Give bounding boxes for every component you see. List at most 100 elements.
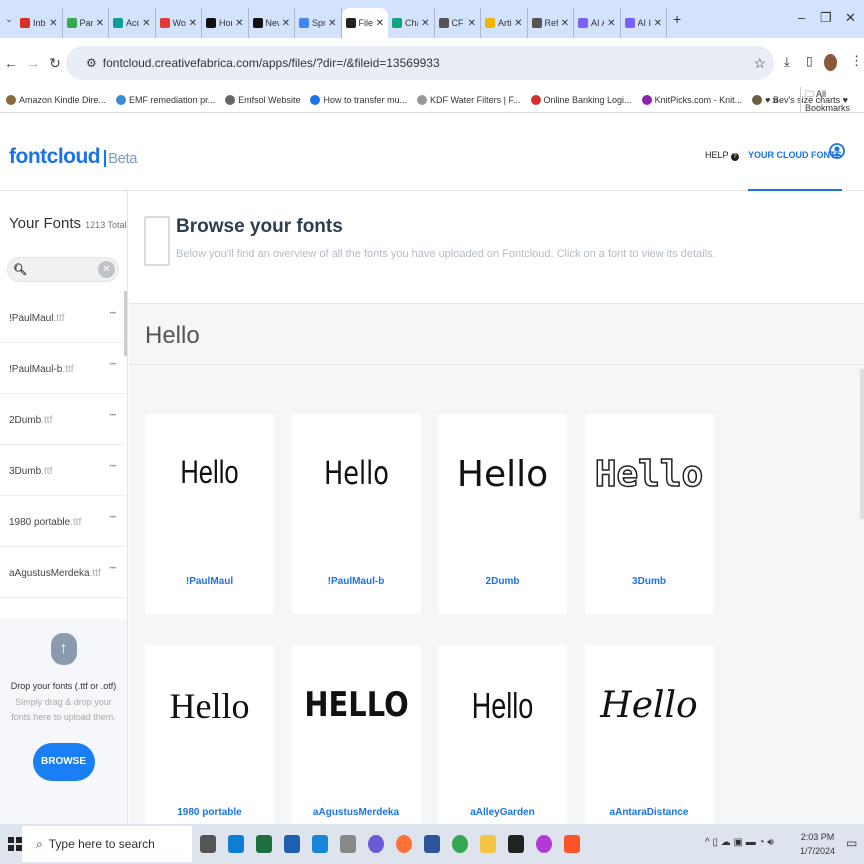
font-card[interactable]: Hello 1980 portable xyxy=(145,645,274,845)
font-list-item[interactable]: 3Dumb.ttf ••• xyxy=(0,445,126,496)
chrome-icon[interactable] xyxy=(452,835,468,853)
task-view-icon[interactable] xyxy=(200,835,216,853)
font-search-input[interactable]: 🔍︎ ✕ xyxy=(7,257,119,282)
brave-icon[interactable] xyxy=(564,835,580,853)
file-explorer-icon[interactable] xyxy=(480,835,496,853)
back-button[interactable]: ← xyxy=(0,55,22,71)
main-scrollbar[interactable] xyxy=(860,369,864,519)
preview-text-input[interactable]: Hello xyxy=(129,305,864,365)
font-list-item[interactable]: 1980 portable.ttf ••• xyxy=(0,496,126,547)
store-icon[interactable] xyxy=(284,835,300,853)
mail-icon[interactable] xyxy=(312,835,328,853)
new-tab-button[interactable]: + xyxy=(673,11,681,27)
download-icon[interactable]: ⤓ xyxy=(784,54,790,70)
font-list-item[interactable]: 2Dumb.ttf ••• xyxy=(0,394,126,445)
tab-close-icon[interactable]: ✕ xyxy=(96,18,104,29)
notifications-icon[interactable]: ▭ xyxy=(846,836,857,850)
more-options-icon[interactable]: ••• xyxy=(110,566,116,572)
windows-start-icon[interactable] xyxy=(8,837,22,851)
close-window-button[interactable]: ✕ xyxy=(845,10,856,26)
bookmark-item[interactable]: Online Banking Logi... xyxy=(530,95,632,105)
wondershare-icon[interactable] xyxy=(536,835,552,853)
font-card[interactable]: Hello aAntaraDistance xyxy=(584,645,714,845)
tab-close-icon[interactable]: ✕ xyxy=(607,18,615,29)
tab-close-icon[interactable]: ✕ xyxy=(654,18,662,29)
side-panel-icon[interactable]: ▯ xyxy=(806,54,813,68)
tab-close-icon[interactable]: ✕ xyxy=(376,18,384,29)
bookmarks-overflow-button[interactable]: » xyxy=(772,93,779,107)
tab-close-icon[interactable]: ✕ xyxy=(142,18,150,29)
browser-tab[interactable]: File ✕ xyxy=(341,8,388,38)
browser-tab[interactable]: Cha✕ xyxy=(388,8,435,38)
tab-close-icon[interactable]: ✕ xyxy=(468,18,476,29)
more-options-icon[interactable]: ••• xyxy=(110,311,116,317)
more-options-icon[interactable]: ••• xyxy=(110,413,116,419)
font-card[interactable]: HELLO aAgustusMerdeka xyxy=(291,645,421,845)
copilot-icon[interactable] xyxy=(368,835,384,853)
dropbox-icon[interactable] xyxy=(508,835,524,853)
font-card[interactable]: Hello 3Dumb xyxy=(584,414,714,614)
all-bookmarks-button[interactable]: 🗀 All Bookmarks xyxy=(800,87,864,113)
bookmark-item[interactable]: KnitPicks.com - Knit... xyxy=(641,95,742,105)
taskbar-search-input[interactable]: ⌕ Type here to search xyxy=(22,826,192,862)
font-card[interactable]: Hello !PaulMaul xyxy=(145,414,274,614)
font-list-item[interactable]: !PaulMaul.ttf ••• xyxy=(0,292,126,343)
tab-close-icon[interactable]: ✕ xyxy=(514,18,522,29)
bookmark-item[interactable]: Emfsol Website xyxy=(225,95,300,105)
clock[interactable]: 2:03 PM 1/7/2024 xyxy=(800,830,835,858)
browser-tab[interactable]: Refi✕ xyxy=(528,8,574,38)
more-options-icon[interactable]: ••• xyxy=(110,362,116,368)
browser-tab[interactable]: Arti ✕ xyxy=(481,8,528,38)
browser-tab[interactable]: AI A✕ xyxy=(574,8,621,38)
browser-tab[interactable]: Wor✕ xyxy=(156,8,202,38)
browser-tab[interactable]: Acc✕ xyxy=(109,8,156,38)
bookmark-star-icon[interactable]: ☆ xyxy=(753,55,766,72)
amazon-icon[interactable] xyxy=(340,835,356,853)
bookmark-item[interactable]: KDF Water Filters | F... xyxy=(416,95,521,105)
word-icon[interactable] xyxy=(424,835,440,853)
font-card[interactable]: Hello 2Dumb xyxy=(438,414,567,614)
fontcloud-logo[interactable]: fontcloud Beta xyxy=(9,145,137,169)
browser-tab[interactable]: Para✕ xyxy=(63,8,109,38)
firefox-icon[interactable] xyxy=(396,835,412,853)
edge-icon[interactable] xyxy=(228,835,244,853)
url-text[interactable]: fontcloud.creativefabrica.com/apps/files… xyxy=(103,56,440,70)
font-card[interactable]: Hello !PaulMaul-b xyxy=(291,414,421,614)
browser-tab[interactable]: AI I ✕ xyxy=(621,8,667,38)
browse-button[interactable]: BROWSE xyxy=(32,743,95,781)
font-list-item[interactable]: aAgustusMerdeka.ttf ••• xyxy=(0,547,126,598)
minimize-button[interactable]: – xyxy=(798,10,805,25)
tab-close-icon[interactable]: ✕ xyxy=(421,18,429,29)
help-link[interactable]: HELP ? xyxy=(705,150,739,161)
bookmark-item[interactable]: Amazon Kindle Dire... xyxy=(6,95,106,105)
browser-tab[interactable]: Spr ✕ xyxy=(295,8,342,38)
url-bar[interactable]: ⚙ fontcloud.creativefabrica.com/apps/file… xyxy=(66,46,774,80)
tab-close-icon[interactable]: ✕ xyxy=(328,18,336,29)
browser-tab[interactable]: CF ✕ xyxy=(435,8,481,38)
bookmark-item[interactable]: EMF remediation pr... xyxy=(116,95,215,105)
font-list-item[interactable]: !PaulMaul-b.ttf ••• xyxy=(0,343,126,394)
tab-close-icon[interactable]: ✕ xyxy=(561,18,569,29)
bookmark-item[interactable]: How to transfer mu... xyxy=(310,95,407,105)
font-card[interactable]: Hello aAlleyGarden xyxy=(438,645,567,845)
user-account-icon[interactable] xyxy=(829,140,845,160)
tab-search-button[interactable]: ⌄ xyxy=(2,14,16,25)
more-options-icon[interactable]: ••• xyxy=(110,515,116,521)
reload-button[interactable]: ↻ xyxy=(44,55,66,72)
profile-avatar[interactable] xyxy=(824,54,837,71)
browser-tab[interactable]: New✕ xyxy=(249,8,295,38)
tab-close-icon[interactable]: ✕ xyxy=(282,18,290,29)
tab-close-icon[interactable]: ✕ xyxy=(49,18,57,29)
excel-icon[interactable] xyxy=(256,835,272,853)
tab-close-icon[interactable]: ✕ xyxy=(235,18,243,29)
sidebar-scrollbar[interactable] xyxy=(124,291,127,356)
site-info-icon[interactable]: ⚙ xyxy=(86,56,97,70)
clear-search-button[interactable]: ✕ xyxy=(98,261,115,278)
font-drop-zone[interactable]: ↑ Drop your fonts (.ttf or .otf) Simply … xyxy=(0,619,127,824)
menu-icon[interactable]: ⋮ xyxy=(850,53,863,69)
forward-button[interactable]: → xyxy=(22,55,44,71)
tab-close-icon[interactable]: ✕ xyxy=(189,18,197,29)
more-options-icon[interactable]: ••• xyxy=(110,464,116,470)
maximize-button[interactable]: ❐ xyxy=(820,10,832,26)
browser-tab[interactable]: Hor ✕ xyxy=(202,8,249,38)
